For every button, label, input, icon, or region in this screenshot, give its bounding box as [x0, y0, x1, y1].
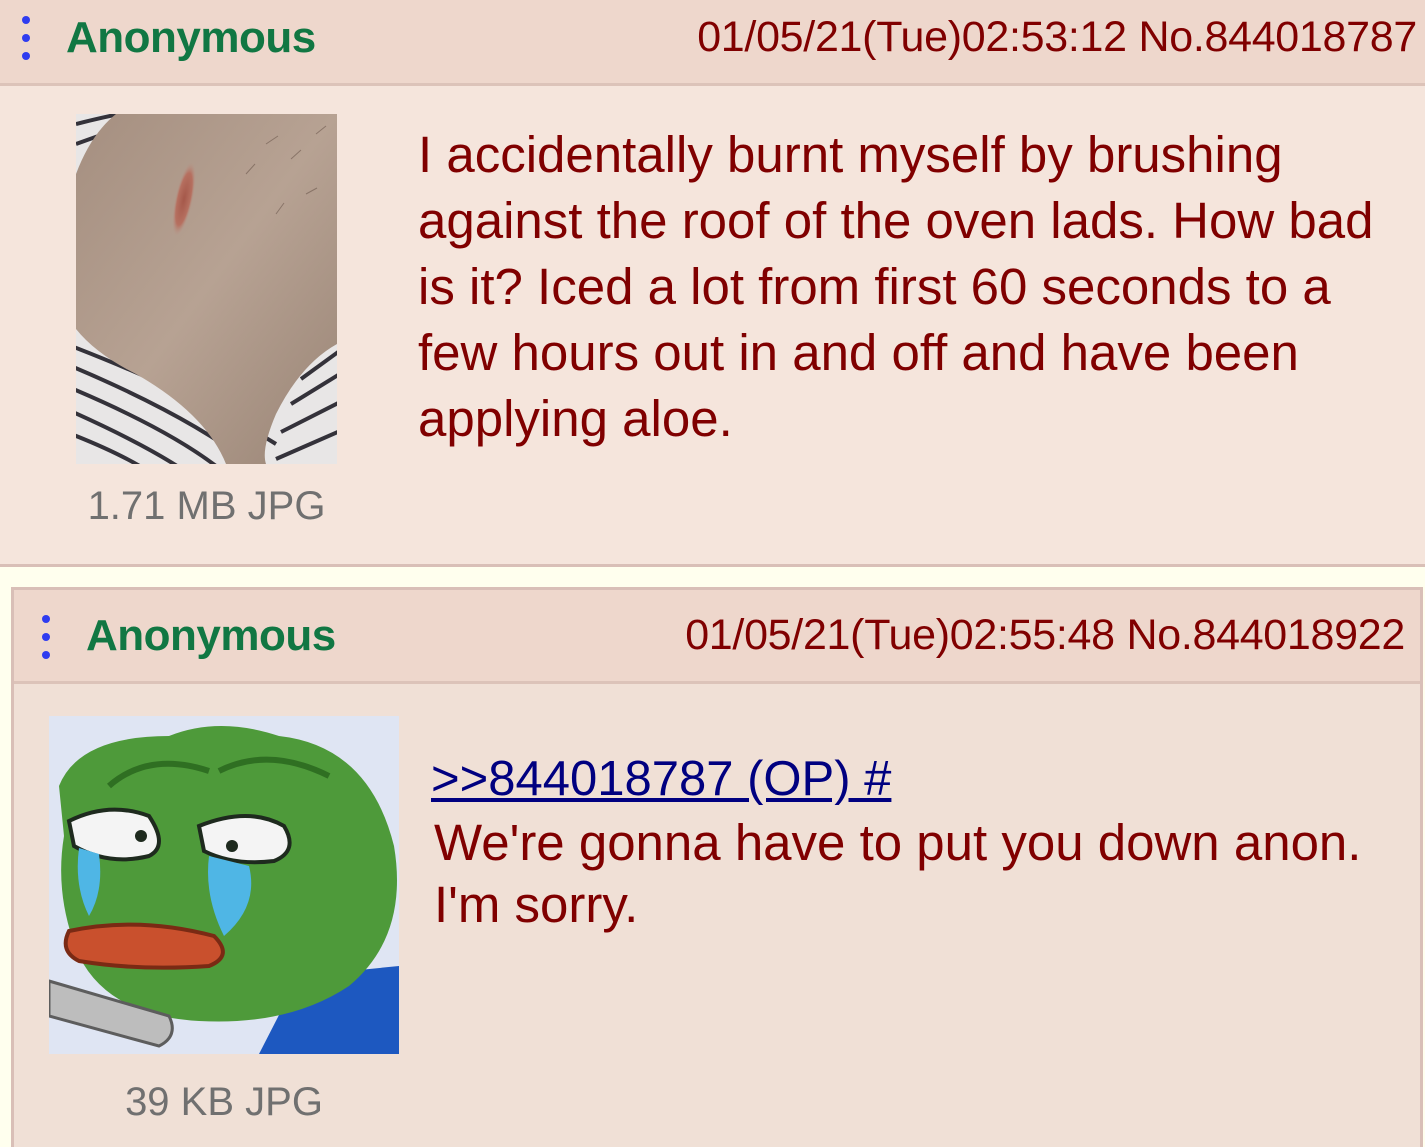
post-header: Anonymous 01/05/21(Tue)02:53:12 No.84401…	[0, 0, 1425, 86]
file-info: 39 KB JPG	[125, 1080, 323, 1124]
post-meta: 01/05/21(Tue)02:53:12 No.844018787	[697, 13, 1417, 62]
poster-name: Anonymous	[66, 13, 316, 62]
post-number[interactable]: No.844018922	[1126, 611, 1405, 659]
post-message: I accidentally burnt myself by brushing …	[418, 126, 1374, 447]
post-number[interactable]: No.844018787	[1138, 13, 1417, 61]
burn-photo-thumbnail[interactable]	[76, 114, 337, 464]
op-post: Anonymous 01/05/21(Tue)02:53:12 No.84401…	[0, 0, 1425, 567]
post-datetime: 01/05/21(Tue)02:53:12	[697, 13, 1127, 61]
quote-link[interactable]: >>844018787 (OP) #	[431, 751, 891, 807]
post-header: Anonymous 01/05/21(Tue)02:55:48 No.84401…	[14, 590, 1420, 684]
post-menu-icon[interactable]	[42, 615, 50, 659]
post-message: We're gonna have to put you down anon. I…	[434, 814, 1362, 933]
post-menu-icon[interactable]	[22, 16, 30, 60]
poster-name: Anonymous	[86, 611, 336, 660]
post-meta: 01/05/21(Tue)02:55:48 No.844018922	[685, 611, 1405, 660]
file-info: 1.71 MB JPG	[87, 484, 326, 528]
crying-frog-thumbnail[interactable]	[49, 716, 399, 1054]
post-datetime: 01/05/21(Tue)02:55:48	[685, 611, 1115, 659]
